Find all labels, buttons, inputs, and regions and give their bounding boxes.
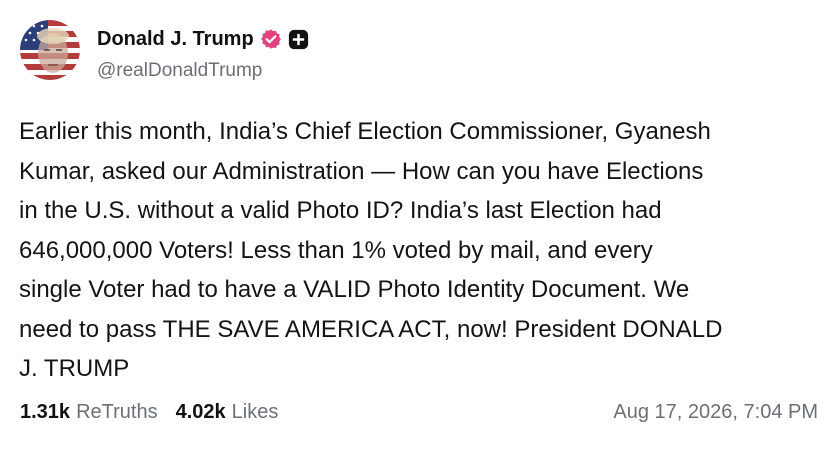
verified-badge-icon [260,29,281,49]
post-body-line: J. TRUMP [19,355,130,382]
post-body-line: 646,000,000 Voters! Less than 1% voted b… [19,236,653,264]
author-display-name[interactable]: Donald J. Trump [97,28,254,51]
post-card: Donald J. Trump @realDonaldTrump Earlier… [0,0,840,451]
author-handle[interactable]: @realDonaldTrump [97,60,262,82]
retruths-label: ReTruths [76,401,158,423]
plus-badge-icon [288,29,308,49]
retruths-count: 1.31k [20,401,71,423]
post-timestamp[interactable]: Aug 17, 2026, 7:04 PM [613,401,818,424]
post-body-line: need to pass THE SAVE AMERICA ACT, now! … [19,315,723,343]
post-stats: 1.31k ReTruths 4.02k Likes [20,401,278,424]
post-body-line: single Voter had to have a VALID Photo I… [19,276,690,303]
avatar[interactable] [20,20,80,80]
likes-stat[interactable]: 4.02k Likes [176,401,279,424]
author-name-row: Donald J. Trump [97,26,309,52]
retruths-stat[interactable]: 1.31k ReTruths [20,401,158,424]
post-body-line: Kumar, asked our Administration — How ca… [19,157,704,185]
likes-count: 4.02k [175,401,226,423]
post-body: Earlier this month, India’s Chief Electi… [19,112,819,389]
post-body-line: Earlier this month, India’s Chief Electi… [19,118,711,145]
post-body-line: in the U.S. without a valid Photo ID? In… [19,197,662,224]
likes-label: Likes [231,401,279,423]
